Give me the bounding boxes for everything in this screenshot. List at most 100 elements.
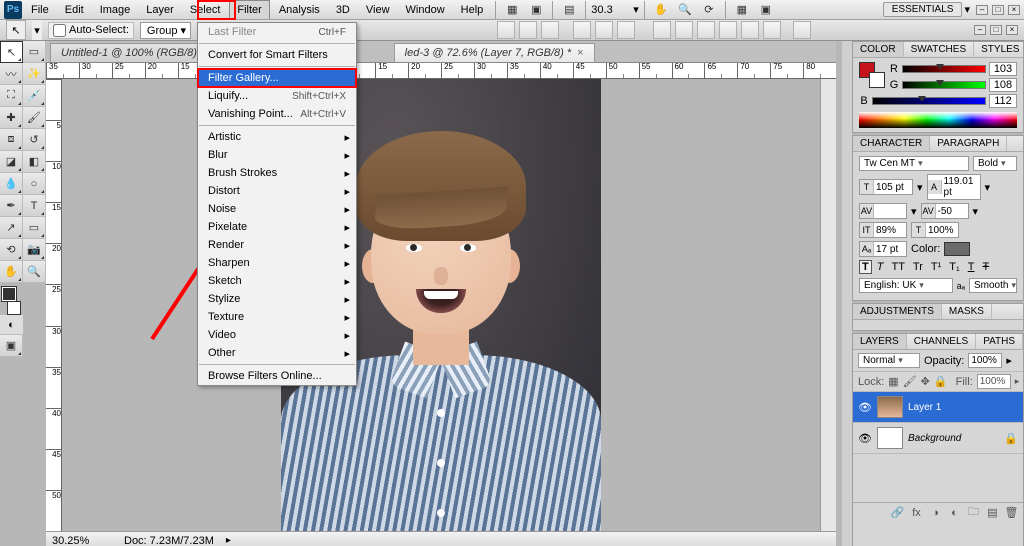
align-left-icon[interactable]: [573, 21, 591, 39]
subscript-icon[interactable]: T₁: [946, 260, 962, 274]
tab-color[interactable]: COLOR: [853, 42, 904, 57]
tab-adjustments[interactable]: ADJUSTMENTS: [853, 304, 942, 319]
adjustment-layer-icon[interactable]: ◐: [947, 505, 962, 520]
vscale-input[interactable]: 89%: [874, 224, 906, 237]
menu-help[interactable]: Help: [454, 1, 491, 19]
align-right-icon[interactable]: [617, 21, 635, 39]
layer-row-1[interactable]: 👁 Layer 1: [853, 392, 1023, 423]
distribute-right-icon[interactable]: [763, 21, 781, 39]
align-vcenter-icon[interactable]: [519, 21, 537, 39]
rotate-view-icon[interactable]: ⟳: [699, 1, 719, 19]
menu-layer[interactable]: Layer: [139, 1, 181, 19]
menu-filter-texture[interactable]: Texture: [198, 308, 356, 326]
bridge-icon[interactable]: ▦: [502, 1, 522, 19]
g-value[interactable]: 108: [989, 78, 1017, 92]
auto-select-check[interactable]: [53, 24, 66, 37]
screen-mode-tool[interactable]: ▣: [0, 335, 23, 357]
gradient-tool[interactable]: ◧: [23, 151, 46, 173]
g-slider[interactable]: [902, 81, 986, 89]
lock-position-icon[interactable]: ✥: [921, 375, 930, 388]
opacity-input[interactable]: 100%: [969, 354, 1001, 367]
layer-name[interactable]: Background: [908, 433, 961, 444]
menu-analysis[interactable]: Analysis: [272, 1, 327, 19]
layers-empty-area[interactable]: [853, 454, 1023, 502]
marquee-tool[interactable]: ▭: [23, 41, 46, 63]
tab-masks[interactable]: MASKS: [942, 304, 992, 319]
r-value[interactable]: 103: [989, 62, 1017, 76]
b-slider[interactable]: [872, 97, 986, 105]
menu-filter-pixelate[interactable]: Pixelate: [198, 218, 356, 236]
menu-vanishing-point[interactable]: Vanishing Point...Alt+Ctrl+V: [198, 105, 356, 123]
delete-layer-icon[interactable]: 🗑: [1004, 505, 1019, 520]
blend-mode-dd[interactable]: Normal: [858, 353, 920, 368]
menu-convert-smart-filters[interactable]: Convert for Smart Filters: [198, 46, 356, 64]
hand-icon[interactable]: ✋: [651, 1, 671, 19]
tab-layers[interactable]: LAYERS: [853, 334, 907, 349]
menu-filter-video[interactable]: Video: [198, 326, 356, 344]
doc-window-controls[interactable]: ‒□×: [974, 25, 1018, 35]
quick-mask-toggle[interactable]: ◐: [0, 315, 23, 335]
lock-pixels-icon[interactable]: 🖌: [903, 375, 917, 388]
status-doc-info[interactable]: Doc: 7.23M/7.23M: [124, 535, 214, 546]
3d-rotate-tool[interactable]: ⟲: [0, 239, 23, 261]
eyedropper-tool[interactable]: 💉: [23, 85, 46, 107]
color-fg-bg-swatch[interactable]: [859, 62, 885, 88]
lasso-tool[interactable]: 〰: [0, 63, 23, 85]
type-tool[interactable]: T: [23, 195, 46, 217]
status-zoom[interactable]: 30.25%: [52, 535, 112, 546]
menu-filter-noise[interactable]: Noise: [198, 200, 356, 218]
tab-swatches[interactable]: SWATCHES: [904, 42, 975, 57]
current-tool-icon[interactable]: ↖: [6, 20, 26, 40]
layer-style-icon[interactable]: fx: [909, 505, 924, 520]
visibility-icon[interactable]: 👁: [858, 400, 872, 414]
layer-mask-icon[interactable]: ◑: [928, 505, 943, 520]
shape-tool[interactable]: ▭: [23, 217, 46, 239]
clone-stamp-tool[interactable]: ⧈: [0, 129, 23, 151]
doc-tab-3[interactable]: led-3 @ 72.6% (Layer 7, RGB/8) *×: [394, 43, 595, 62]
all-caps-icon[interactable]: TT: [888, 260, 907, 274]
fill-input[interactable]: 100%: [978, 375, 1010, 388]
menu-filter-sharpen[interactable]: Sharpen: [198, 254, 356, 272]
collapsed-panel-dock[interactable]: [842, 41, 852, 546]
canvas[interactable]: [62, 79, 820, 531]
tool-preset-dropdown[interactable]: ▾: [32, 20, 42, 40]
auto-select-checkbox[interactable]: Auto-Select:: [48, 22, 134, 39]
menu-filter-gallery[interactable]: Filter Gallery...: [198, 69, 356, 87]
auto-align-icon[interactable]: [793, 21, 811, 39]
font-size-input[interactable]: 105 pt: [874, 181, 912, 194]
ruler-horizontal[interactable]: 3530252015105051015202530354045505560657…: [46, 63, 836, 79]
menu-last-filter[interactable]: Last FilterCtrl+F: [198, 23, 356, 41]
strikethrough-icon[interactable]: Ŧ: [979, 260, 992, 274]
screen-mode-icon[interactable]: ▣: [756, 1, 776, 19]
hscale-input[interactable]: 100%: [926, 224, 958, 237]
menu-window[interactable]: Window: [399, 1, 452, 19]
3d-camera-tool[interactable]: 📷: [23, 239, 46, 261]
small-caps-icon[interactable]: Tr: [910, 260, 926, 274]
menu-filter-artistic[interactable]: Artistic: [198, 128, 356, 146]
r-slider[interactable]: [902, 65, 986, 73]
menu-image[interactable]: Image: [93, 1, 138, 19]
align-hcenter-icon[interactable]: [595, 21, 613, 39]
menu-liquify[interactable]: Liquify...Shift+Ctrl+X: [198, 87, 356, 105]
tab-character[interactable]: CHARACTER: [853, 136, 930, 151]
distribute-hcenter-icon[interactable]: [741, 21, 759, 39]
layer-name[interactable]: Layer 1: [908, 402, 941, 413]
extras-icon[interactable]: ▤: [559, 1, 579, 19]
menu-filter-other[interactable]: Other: [198, 344, 356, 362]
group-icon[interactable]: 🗀: [966, 505, 981, 520]
language-dd[interactable]: English: UK: [859, 278, 953, 293]
layer-thumbnail[interactable]: [877, 396, 903, 418]
arrange-docs-icon[interactable]: ▦: [732, 1, 752, 19]
kerning-input[interactable]: [874, 210, 906, 212]
b-value[interactable]: 112: [989, 94, 1017, 108]
underline-icon[interactable]: T: [965, 260, 978, 274]
zoom-icon[interactable]: 🔍: [675, 1, 695, 19]
hand-tool[interactable]: ✋: [0, 261, 23, 283]
pen-tool[interactable]: ✒: [0, 195, 23, 217]
healing-brush-tool[interactable]: ✚: [0, 107, 23, 129]
quick-select-tool[interactable]: ✨: [23, 63, 46, 85]
menu-filter-blur[interactable]: Blur: [198, 146, 356, 164]
window-controls[interactable]: ‒□×: [976, 5, 1020, 15]
path-select-tool[interactable]: ↗: [0, 217, 23, 239]
blur-tool[interactable]: 💧: [0, 173, 23, 195]
